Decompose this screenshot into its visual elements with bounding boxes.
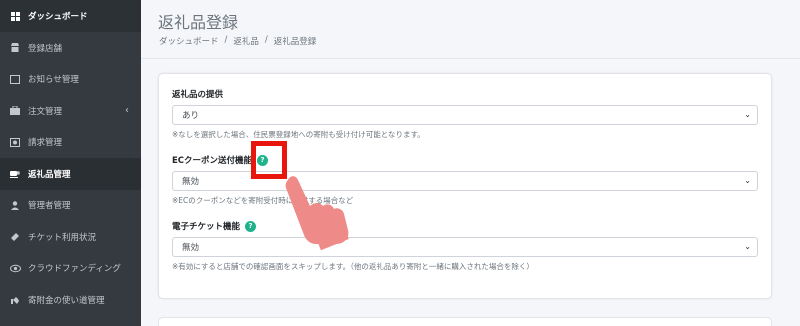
sidebar-item-label: 注文管理 [28,106,63,117]
provide-select[interactable]: あり ⌄ [172,105,758,125]
grid-icon [8,11,22,21]
sidebar-item-label: 請求管理 [28,138,63,149]
e-ticket-select-value: 無効 [182,243,200,253]
e-ticket-help-text: ※有効にすると店舗での確認画面をスキップします。（他の返礼品あり寄附と一緒に購入… [172,262,534,271]
form-card: 返礼品の提供 あり ⌄ ※なしを選択した場合、住民票登録地への寄附も受け付け可能… [158,73,772,299]
form-group-e-ticket: 電子チケット機能 ? 無効 ⌄ ※有効にすると店舗での確認画面をスキップします。… [172,219,758,272]
sidebar-item-donation-usage[interactable]: 寄附金の使い道管理 [0,284,141,316]
cart-icon [8,106,22,116]
second-card [158,317,772,326]
sidebar-item-label: 登録店舗 [28,43,63,54]
sidebar-item-billing[interactable]: 請求管理 [0,127,141,159]
header-divider [141,58,800,59]
ticket-icon [8,232,22,242]
sidebar-item-label: 返礼品管理 [28,169,71,180]
bill-icon [8,137,22,147]
sidebar-item-label: チケット利用状況 [28,232,97,243]
sidebar: ダッシュボード 登録店舗 お知らせ管理 注文管理 ‹ 請求管理 返礼品管理 管理… [0,0,141,326]
sidebar-item-label: 寄附金の使い道管理 [28,295,105,306]
sidebar-item-tickets[interactable]: チケット利用状況 [0,221,141,253]
notice-icon [8,74,22,84]
breadcrumb-dashboard[interactable]: ダッシュボード [159,35,219,47]
ec-coupon-label-text: ECクーポン送付機能 [172,156,253,166]
chevron-down-icon: ⌄ [744,110,751,119]
breadcrumb-current: 返礼品登録 [273,37,317,47]
user-icon [8,201,22,210]
hand-icon [8,295,22,305]
sidebar-item-stores[interactable]: 登録店舗 [0,32,141,64]
breadcrumb-separator: / [264,35,268,45]
sidebar-item-label: お知らせ管理 [28,75,79,86]
chevron-down-icon: ⌄ [744,242,751,251]
sidebar-item-dashboard[interactable]: ダッシュボード [0,0,141,32]
e-ticket-label: 電子チケット機能 ? [172,219,758,233]
ec-coupon-help-text: ※ECのクーポンなどを寄附受付時に送付する場合など [172,196,354,205]
provide-label-text: 返礼品の提供 [172,90,224,100]
form-group-provide: 返礼品の提供 あり ⌄ ※なしを選択した場合、住民票登録地への寄附も受け付け可能… [172,87,758,140]
breadcrumb-gifts[interactable]: 返礼品 [233,35,259,47]
pointing-hand-icon [285,176,349,251]
sidebar-item-label: 管理者管理 [28,201,71,212]
main-content: 返礼品登録 ダッシュボード / 返礼品 / 返礼品登録 返礼品の提供 あり ⌄ … [141,0,800,326]
sidebar-item-notices[interactable]: お知らせ管理 [0,64,141,96]
sidebar-item-orders[interactable]: 注文管理 ‹ [0,95,141,127]
sidebar-item-admins[interactable]: 管理者管理 [0,190,141,222]
chevron-left-icon[interactable]: ‹ [125,105,129,116]
page-title: 返礼品登録 [158,13,239,32]
breadcrumb-separator: / [224,35,228,45]
sidebar-item-crowdfunding[interactable]: クラウドファンディング [0,253,141,285]
e-ticket-label-text: 電子チケット機能 [172,222,241,232]
provide-label: 返礼品の提供 [172,87,758,101]
e-ticket-select[interactable]: 無効 ⌄ [172,237,758,257]
store-icon [8,43,22,53]
breadcrumb: ダッシュボード / 返礼品 / 返礼品登録 [159,35,316,47]
sidebar-item-label: ダッシュボード [28,12,88,22]
eye-icon [8,264,22,273]
ec-coupon-select-value: 無効 [182,177,200,187]
provide-select-value: あり [182,111,200,121]
sidebar-item-label: クラウドファンディング [28,264,121,275]
help-icon[interactable]: ? [245,220,257,232]
gift-icon [8,169,22,179]
sidebar-item-gifts[interactable]: 返礼品管理 [0,158,141,190]
provide-help-text: ※なしを選択した場合、住民票登録地への寄附も受け付け可能となります。 [172,130,425,139]
chevron-down-icon: ⌄ [744,176,751,185]
